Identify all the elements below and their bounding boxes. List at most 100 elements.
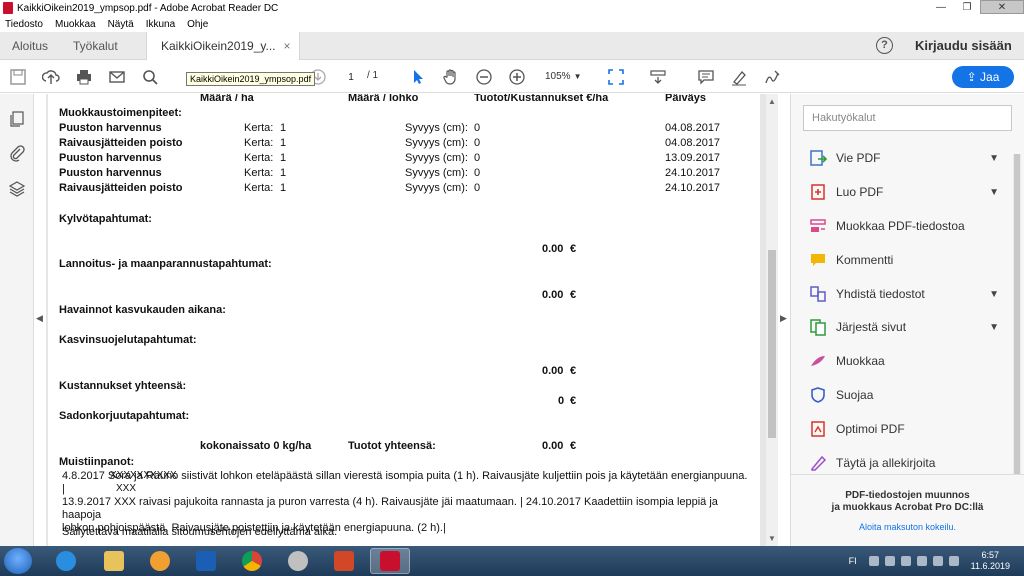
scroll-down-icon[interactable]: ▼	[768, 534, 776, 543]
document-viewport[interactable]: Määrä / ha Määrä / lohko Tuotot/Kustannu…	[46, 94, 766, 546]
search-icon[interactable]	[140, 67, 160, 87]
tab-close-icon[interactable]: ×	[284, 39, 291, 53]
taskbar-app[interactable]	[278, 548, 318, 574]
chevron-down-icon[interactable]: ▼	[989, 187, 999, 198]
operation-depth-label: Syvyys (cm):	[405, 137, 468, 149]
chevron-down-icon[interactable]: ▼	[989, 289, 999, 300]
operation-name: Raivausjätteiden poisto	[59, 182, 183, 194]
collapse-left-icon[interactable]: ◀	[36, 313, 43, 324]
tool-combine-files[interactable]: Yhdistä tiedostot ▼	[809, 283, 999, 305]
scroll-up-icon[interactable]: ▲	[768, 97, 776, 106]
volume-icon[interactable]	[948, 556, 959, 566]
tab-document[interactable]: KaikkiOikein2019_y... ×	[146, 32, 300, 60]
maximize-button[interactable]: ❐	[954, 0, 980, 14]
tool-edit-pdf[interactable]: Muokkaa PDF-tiedostoa	[809, 215, 999, 237]
scrollbar-thumb[interactable]	[768, 250, 776, 438]
tool-fill-sign[interactable]: Täytä ja allekirjoita	[809, 452, 999, 474]
taskbar-outlook[interactable]	[186, 548, 226, 574]
scrollbar-thumb[interactable]	[1014, 154, 1020, 474]
print-icon[interactable]	[74, 67, 94, 87]
free-trial-link[interactable]: Aloita maksuton kokeilu.	[791, 522, 1024, 532]
collapse-right-icon[interactable]: ▶	[780, 313, 787, 324]
start-button[interactable]	[4, 548, 32, 574]
tool-organize-pages[interactable]: Järjestä sivut ▼	[809, 316, 999, 338]
clock[interactable]: 6:57 11.6.2019	[971, 550, 1010, 572]
fit-page-icon[interactable]	[606, 67, 626, 87]
menu-file[interactable]: Tiedosto	[5, 19, 43, 30]
chevron-down-icon[interactable]: ▼	[989, 153, 999, 164]
organize-pages-icon	[810, 319, 826, 336]
tray-icon[interactable]	[916, 556, 927, 566]
tool-edit[interactable]: Muokkaa	[809, 350, 999, 372]
tool-label: Kommentti	[836, 253, 894, 267]
operation-date: 24.10.2017	[665, 182, 721, 194]
tab-home[interactable]: Aloitus	[12, 32, 48, 60]
notes-title: Muistiinpanot:	[59, 456, 135, 468]
tool-create-pdf[interactable]: Luo PDF ▼	[809, 181, 999, 203]
signin-link[interactable]: Kirjaudu sisään	[915, 38, 1012, 53]
chevron-down-icon[interactable]: ▼	[989, 322, 999, 333]
operation-depth: 0	[474, 122, 481, 134]
email-icon[interactable]	[107, 67, 127, 87]
layers-icon[interactable]	[8, 180, 26, 198]
language-indicator[interactable]: FI	[849, 556, 857, 566]
taskbar-powerpoint[interactable]	[324, 548, 364, 574]
pdf-page: Määrä / ha Määrä / lohko Tuotot/Kustannu…	[48, 94, 760, 546]
menu-window[interactable]: Ikkuna	[146, 19, 175, 30]
share-button[interactable]: ⇪ Jaa	[952, 66, 1014, 88]
menu-view[interactable]: Näytä	[108, 19, 134, 30]
zoom-level-select[interactable]: 105% ▼	[540, 68, 590, 86]
operation-times-label: Kerta:	[244, 167, 274, 179]
comment-icon[interactable]	[696, 67, 716, 87]
pages-icon[interactable]	[8, 110, 26, 128]
operation-times-label: Kerta:	[244, 152, 274, 164]
network-icon[interactable]	[932, 556, 943, 566]
tools-scrollbar[interactable]	[1013, 154, 1021, 474]
tool-comment[interactable]: Kommentti	[809, 249, 999, 271]
highlight-pen-icon[interactable]	[729, 67, 749, 87]
document-scrollbar[interactable]: ▲ ▼	[766, 94, 778, 546]
taskbar-explorer[interactable]	[94, 548, 134, 574]
operation-times-label: Kerta:	[244, 122, 274, 134]
storage-note: Säilytettävä maatilalla sitoumusehtojen …	[62, 526, 338, 538]
minimize-button[interactable]: —	[928, 0, 954, 14]
menu-bar: Tiedosto Muokkaa Näytä Ikkuna Ohje	[0, 16, 1024, 32]
operation-depth: 0	[474, 137, 481, 149]
scroll-mode-icon[interactable]	[648, 67, 668, 87]
tool-protect[interactable]: Suojaa	[809, 384, 999, 406]
tray-icon[interactable]	[900, 556, 911, 566]
tool-export-pdf[interactable]: Vie PDF ▼	[809, 147, 999, 169]
tray-icon[interactable]	[868, 556, 879, 566]
menu-help[interactable]: Ohje	[187, 19, 208, 30]
tab-tools[interactable]: Työkalut	[73, 32, 118, 60]
zoom-in-icon[interactable]	[507, 67, 527, 87]
tray-icon[interactable]	[884, 556, 895, 566]
tool-optimize-pdf[interactable]: Optimoi PDF	[809, 418, 999, 440]
save-icon[interactable]	[8, 67, 28, 87]
page-number-input[interactable]: 1	[340, 68, 362, 85]
operation-date: 04.08.2017	[665, 137, 721, 149]
sign-icon[interactable]	[762, 67, 782, 87]
hand-tool-icon[interactable]	[441, 67, 461, 87]
attachment-icon[interactable]	[8, 144, 26, 162]
toolbar: 1 / 1 105% ▼ ⇪ Jaa	[0, 61, 1024, 93]
window-controls: — ❐ ✕	[928, 0, 1024, 16]
select-cursor-icon[interactable]	[408, 67, 428, 87]
tool-label: Muokkaa	[836, 354, 885, 368]
taskbar-media[interactable]	[140, 548, 180, 574]
tools-pane: Hakutyökalut Vie PDF ▼ Luo PDF ▼ Muokkaa…	[791, 94, 1024, 546]
menu-edit[interactable]: Muokkaa	[55, 19, 96, 30]
taskbar-acrobat[interactable]	[370, 548, 410, 574]
tool-label: Optimoi PDF	[836, 422, 905, 436]
title-bar: KaikkiOikein2019_ympsop.pdf - Adobe Acro…	[0, 0, 1024, 16]
zoom-out-icon[interactable]	[474, 67, 494, 87]
taskbar-chrome[interactable]	[232, 548, 272, 574]
help-icon[interactable]: ?	[876, 37, 893, 54]
harvest-title: Sadonkorjuutapahtumat:	[59, 410, 190, 422]
promo-line: PDF-tiedostojen muunnos	[845, 490, 970, 501]
close-window-button[interactable]: ✕	[980, 0, 1024, 14]
taskbar-ie[interactable]	[46, 548, 86, 574]
search-tools-input[interactable]: Hakutyökalut	[803, 105, 1012, 131]
powerpoint-icon	[334, 551, 354, 571]
upload-cloud-icon[interactable]	[41, 67, 61, 87]
